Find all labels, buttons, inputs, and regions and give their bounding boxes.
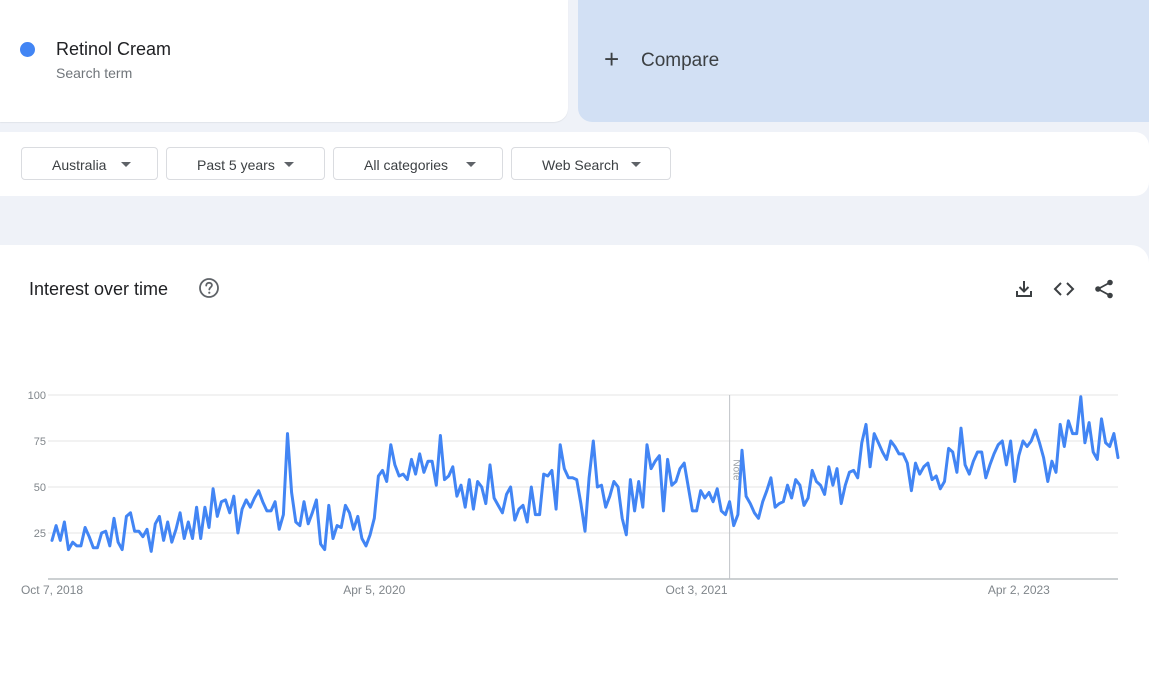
search-term-subtitle: Search term [56, 65, 133, 81]
interest-over-time-panel: Interest over time 25 50 75 100 Oct 7, 2018 A… [0, 245, 1149, 675]
category-filter-dropdown[interactable]: All categories [333, 147, 503, 180]
x-tick-label: Apr 5, 2020 [343, 583, 405, 597]
compare-label: Compare [641, 50, 720, 71]
period-filter-label: Past 5 years [197, 157, 275, 173]
caret-down-icon [631, 162, 641, 167]
filters-bar: Australia Past 5 years All categories We… [0, 132, 1149, 196]
y-tick-label: 100 [28, 390, 46, 402]
search-term-card[interactable]: Retinol Cream Search term [0, 0, 568, 122]
property-filter-label: Web Search [542, 157, 619, 173]
caret-down-icon [284, 162, 294, 167]
series-line [50, 395, 1120, 553]
caret-down-icon [466, 162, 476, 167]
x-tick-label: Oct 7, 2018 [21, 583, 83, 597]
y-tick-label: 25 [34, 528, 46, 540]
plus-icon: + [604, 44, 620, 74]
property-filter-dropdown[interactable]: Web Search [511, 147, 671, 180]
y-tick-label: 50 [34, 482, 46, 494]
category-filter-label: All categories [364, 157, 449, 173]
caret-down-icon [121, 162, 131, 167]
search-term-name[interactable]: Retinol Cream [56, 39, 171, 60]
region-filter-label: Australia [52, 157, 107, 173]
x-tick-label: Apr 2, 2023 [988, 583, 1050, 597]
compare-button[interactable]: + Compare [578, 0, 1149, 122]
period-filter-dropdown[interactable]: Past 5 years [166, 147, 325, 180]
line-chart: 25 50 75 100 Oct 7, 2018 Apr 5, 2020 Oct 3, 20… [21, 390, 1120, 597]
region-filter-dropdown[interactable]: Australia [21, 147, 158, 180]
y-tick-label: 75 [34, 436, 46, 448]
x-tick-label: Oct 3, 2021 [666, 583, 728, 597]
series-color-dot [20, 42, 35, 57]
